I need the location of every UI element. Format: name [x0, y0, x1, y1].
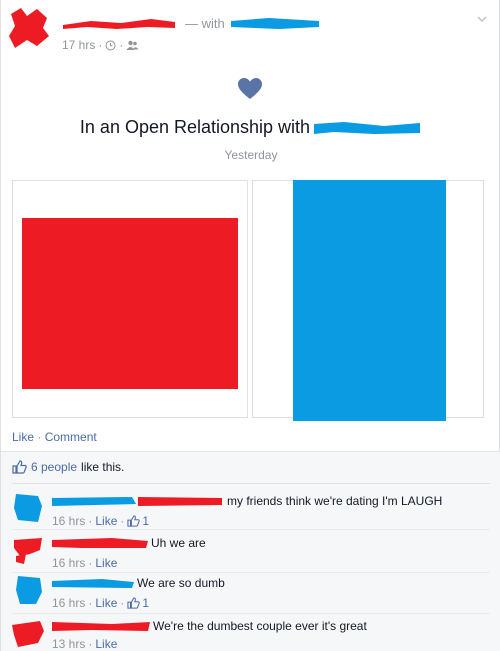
likes-count-link[interactable]: 6 people	[31, 460, 77, 474]
comment-link[interactable]: Comment	[45, 430, 97, 444]
photo-right[interactable]	[252, 180, 484, 421]
thumbs-up-icon	[127, 515, 141, 527]
comment-time[interactable]: 16 hrs	[52, 514, 85, 528]
relationship-event-title: In an Open Relationship with	[1, 117, 500, 138]
comment-time[interactable]: 16 hrs	[52, 556, 85, 570]
commenter-name[interactable]	[52, 494, 224, 508]
post-header: — with 17 hrs · ·	[1, 0, 500, 58]
divider	[12, 529, 490, 530]
thumbs-up-icon	[12, 460, 27, 474]
divider	[12, 613, 490, 614]
comment-text: Uh we are	[151, 536, 206, 550]
comment-text: We're the dumbest couple ever it's great	[153, 619, 367, 633]
clock-icon	[105, 40, 116, 50]
blue-redaction-block	[293, 180, 446, 421]
author-avatar[interactable]	[7, 6, 51, 50]
chevron-down-icon[interactable]	[475, 12, 489, 26]
commenter-avatar[interactable]	[12, 574, 44, 606]
author-name[interactable]	[61, 15, 177, 31]
post-actions: Like · Comment	[12, 430, 97, 444]
commenter-avatar[interactable]	[12, 534, 44, 566]
comment-time[interactable]: 16 hrs	[52, 596, 85, 610]
tagged-friend[interactable]	[229, 15, 321, 31]
commenter-name[interactable]	[52, 576, 134, 590]
divider	[12, 483, 490, 484]
comment-like-count[interactable]: 1	[127, 514, 149, 528]
likes-summary: 6 people like this.	[12, 460, 124, 474]
post-timestamp[interactable]: 17 hrs	[62, 38, 95, 52]
comment-like-link[interactable]: Like	[95, 556, 117, 570]
comment-like-link[interactable]: Like	[95, 514, 117, 528]
thumbs-up-icon	[127, 597, 141, 609]
commenter-avatar[interactable]	[12, 617, 44, 649]
relationship-partner-name[interactable]	[314, 118, 422, 138]
post-card: — with 17 hrs · · In an Open Relationshi…	[0, 0, 500, 651]
divider	[12, 572, 490, 573]
commenter-avatar[interactable]	[12, 492, 44, 524]
comment-text: my friends think we're dating I'm LAUGH	[227, 494, 443, 508]
with-label: — with	[185, 15, 225, 31]
red-redaction-block	[22, 218, 238, 389]
post-meta: 17 hrs · ·	[62, 38, 139, 52]
comment-like-count[interactable]: 1	[127, 596, 149, 610]
likes-suffix: like this.	[81, 460, 125, 474]
commenter-name[interactable]	[52, 619, 150, 633]
heart-icon	[238, 78, 262, 99]
comment-like-link[interactable]: Like	[95, 637, 117, 651]
like-link[interactable]: Like	[12, 430, 34, 444]
commenter-name[interactable]	[52, 536, 148, 550]
comment-time[interactable]: 13 hrs	[52, 637, 85, 651]
comment-text: We are so dumb	[137, 576, 225, 590]
event-date: Yesterday	[224, 148, 278, 162]
photo-left[interactable]	[12, 180, 248, 418]
comment-like-link[interactable]: Like	[95, 596, 117, 610]
friends-icon[interactable]	[126, 40, 139, 51]
